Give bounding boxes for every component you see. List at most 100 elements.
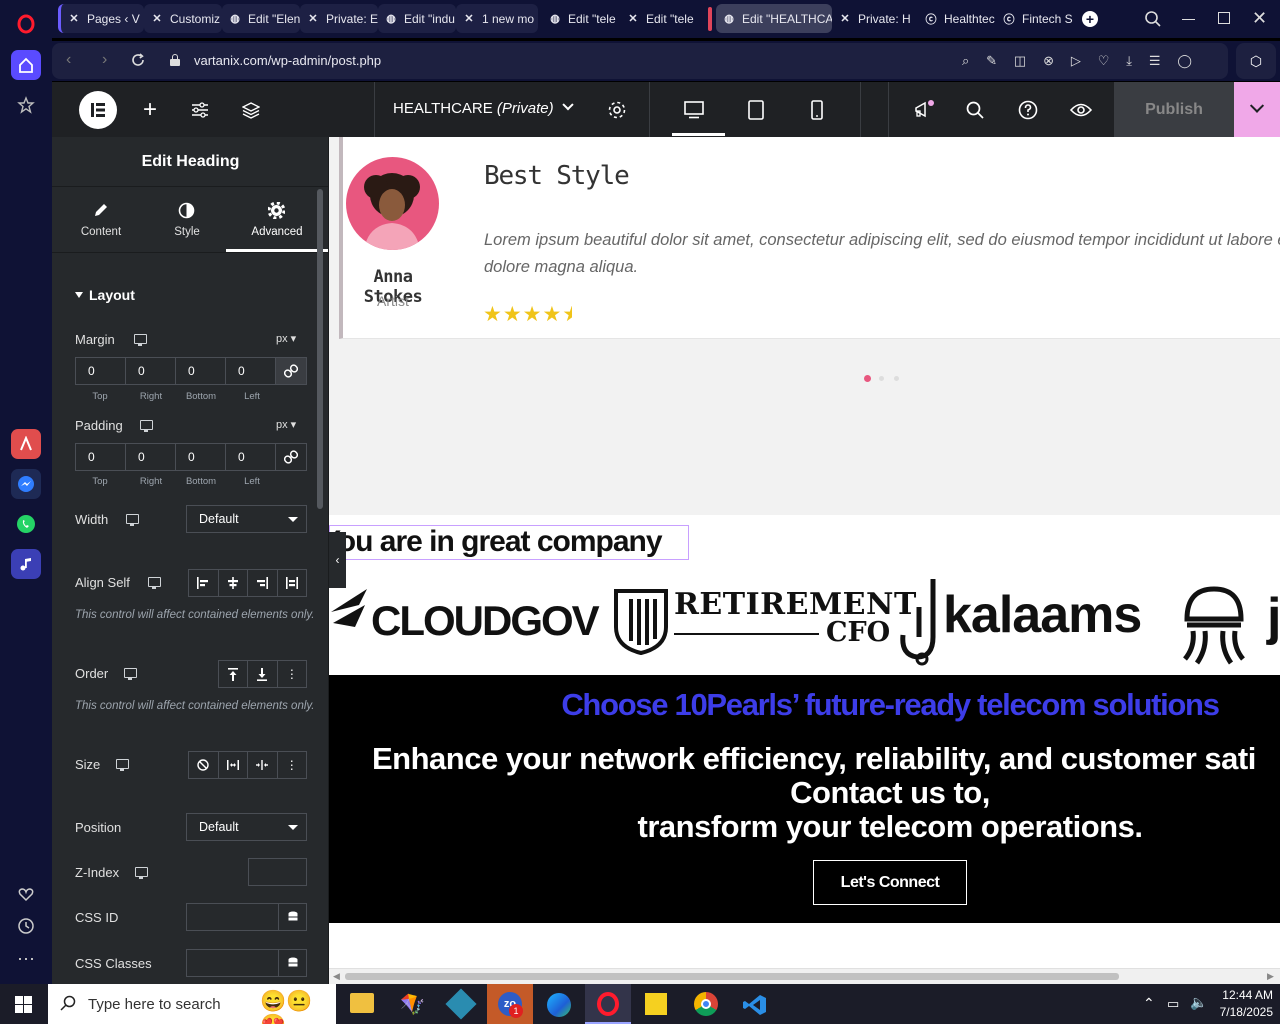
send-icon[interactable]: ▷ <box>1071 53 1081 69</box>
tab[interactable]: ⓒ Fintech S <box>996 4 1074 33</box>
zoom-icon[interactable]: ⌕ <box>962 53 969 69</box>
order-start-icon[interactable] <box>219 661 249 687</box>
collapse-panel-icon[interactable]: ‹ <box>329 532 346 588</box>
extensions-icon[interactable]: ⬡ <box>1236 43 1276 79</box>
more-options-icon[interactable]: ⋮ <box>278 752 307 778</box>
desktop-responsive-icon[interactable] <box>124 668 137 680</box>
tab[interactable]: ✕ 1 new mo <box>456 4 538 33</box>
tab[interactable]: ✕ Edit "tele <box>620 4 698 33</box>
opera-logo-icon[interactable] <box>11 9 41 39</box>
margin-left-input[interactable]: 0 <box>226 358 276 384</box>
dynamic-tags-icon[interactable] <box>278 904 306 930</box>
size-grow-icon[interactable] <box>219 752 248 778</box>
tab[interactable]: ✕ Private: E <box>300 4 378 33</box>
section-layout-toggle[interactable]: Layout <box>75 287 135 303</box>
network-icon[interactable]: ▭ <box>1167 996 1179 1012</box>
desktop-responsive-icon[interactable] <box>135 867 148 879</box>
desktop-responsive-icon[interactable] <box>140 420 153 432</box>
lets-connect-button[interactable]: Let's Connect <box>813 860 967 905</box>
home-icon[interactable] <box>11 50 41 80</box>
padding-unit[interactable]: px ▾ <box>276 418 296 431</box>
desktop-responsive-icon[interactable] <box>134 334 147 346</box>
restore-icon[interactable] <box>1218 12 1230 24</box>
publish-button[interactable]: Publish <box>1114 82 1234 137</box>
elementor-logo-icon[interactable] <box>79 91 117 129</box>
company-heading[interactable]: You are in great company <box>330 526 663 559</box>
link-values-icon[interactable] <box>276 444 306 470</box>
zoho-app-icon[interactable]: zo 1 <box>487 984 533 1024</box>
site-settings-icon[interactable] <box>186 96 214 124</box>
minimize-icon[interactable] <box>1182 19 1195 20</box>
desktop-responsive-icon[interactable] <box>126 514 139 526</box>
publish-options-button[interactable] <box>1234 82 1280 137</box>
tab[interactable]: ⓒ Healthtec <box>918 4 996 33</box>
carousel-dot[interactable] <box>894 376 899 381</box>
canvas-horizontal-scrollbar[interactable]: ◀ ▶ <box>329 969 1280 984</box>
messenger-icon[interactable] <box>11 469 41 499</box>
whatsapp-icon[interactable] <box>11 509 41 539</box>
tab[interactable]: ◍ Edit "indu <box>378 4 456 33</box>
forward-icon[interactable]: › <box>102 51 107 69</box>
menu-icon[interactable]: ☰ <box>1149 53 1161 69</box>
block-icon[interactable]: ⊗ <box>1043 53 1054 69</box>
sticky-notes-icon[interactable] <box>645 993 667 1015</box>
link-values-icon[interactable] <box>276 358 306 384</box>
scroll-right-icon[interactable]: ▶ <box>1267 971 1274 982</box>
desktop-view-icon[interactable] <box>680 96 708 124</box>
align-stretch-icon[interactable] <box>278 570 307 596</box>
scroll-thumb[interactable] <box>345 973 1119 980</box>
tab[interactable]: ✕ Pages ‹ V <box>58 4 144 33</box>
close-window-icon[interactable]: ✕ <box>1252 8 1267 29</box>
history-icon[interactable] <box>11 911 41 941</box>
carousel-dot[interactable] <box>879 376 884 381</box>
reload-icon[interactable] <box>131 53 145 72</box>
page-settings-icon[interactable] <box>603 96 631 124</box>
notifications-icon[interactable] <box>910 96 938 124</box>
volume-icon[interactable]: 🔈 <box>1190 994 1207 1011</box>
tab-style[interactable]: Style <box>152 188 222 252</box>
padding-top-input[interactable]: 0 <box>76 444 126 470</box>
page-title-dropdown[interactable]: HEALTHCARE (Private) <box>393 99 574 117</box>
structure-icon[interactable] <box>237 96 265 124</box>
more-options-icon[interactable]: ⋮ <box>278 661 306 687</box>
mobile-view-icon[interactable] <box>803 96 831 124</box>
tab[interactable]: ◍ Edit "tele <box>542 4 620 33</box>
heart-icon[interactable] <box>11 879 41 909</box>
zindex-input[interactable] <box>248 858 307 886</box>
panel-scrollbar[interactable] <box>317 189 323 509</box>
search-icon[interactable] <box>961 96 989 124</box>
url-text[interactable]: vartanix.com/wp-admin/post.php <box>194 53 381 68</box>
file-explorer-icon[interactable] <box>350 993 374 1013</box>
size-shrink-icon[interactable] <box>248 752 278 778</box>
css-id-input[interactable] <box>186 903 307 931</box>
download-icon[interactable]: ⤓ <box>1126 53 1132 69</box>
align-start-icon[interactable] <box>189 570 219 596</box>
edge-icon[interactable] <box>547 993 571 1017</box>
preview-icon[interactable] <box>1067 96 1095 124</box>
taskbar-clock[interactable]: 12:44 AM 7/18/2025 <box>1213 987 1273 1021</box>
tab[interactable]: ◍ Edit "Elen <box>222 4 300 33</box>
scroll-left-icon[interactable]: ◀ <box>333 971 340 982</box>
tab-advanced[interactable]: Advanced <box>226 188 328 252</box>
favorite-icon[interactable]: ♡ <box>1098 53 1110 69</box>
align-center-icon[interactable] <box>219 570 248 596</box>
position-select[interactable]: Default <box>186 813 307 841</box>
padding-left-input[interactable]: 0 <box>226 444 276 470</box>
margin-bottom-input[interactable]: 0 <box>176 358 226 384</box>
margin-unit[interactable]: px ▾ <box>276 332 296 345</box>
tablet-view-icon[interactable] <box>742 96 770 124</box>
music-icon[interactable] <box>11 549 41 579</box>
order-end-icon[interactable] <box>248 661 278 687</box>
align-end-icon[interactable] <box>248 570 278 596</box>
add-element-icon[interactable]: + <box>136 96 164 124</box>
vscode-icon[interactable] <box>743 993 767 1022</box>
tab[interactable]: ✕ Customiz <box>144 4 222 33</box>
aria-icon[interactable] <box>11 429 41 459</box>
margin-top-input[interactable]: 0 <box>76 358 126 384</box>
padding-bottom-input[interactable]: 0 <box>176 444 226 470</box>
margin-right-input[interactable]: 0 <box>126 358 176 384</box>
help-icon[interactable] <box>1014 96 1042 124</box>
desktop-responsive-icon[interactable] <box>148 577 161 589</box>
selected-heading-widget[interactable]: You are in great company <box>329 525 689 560</box>
windows-start-icon[interactable] <box>15 996 32 1018</box>
